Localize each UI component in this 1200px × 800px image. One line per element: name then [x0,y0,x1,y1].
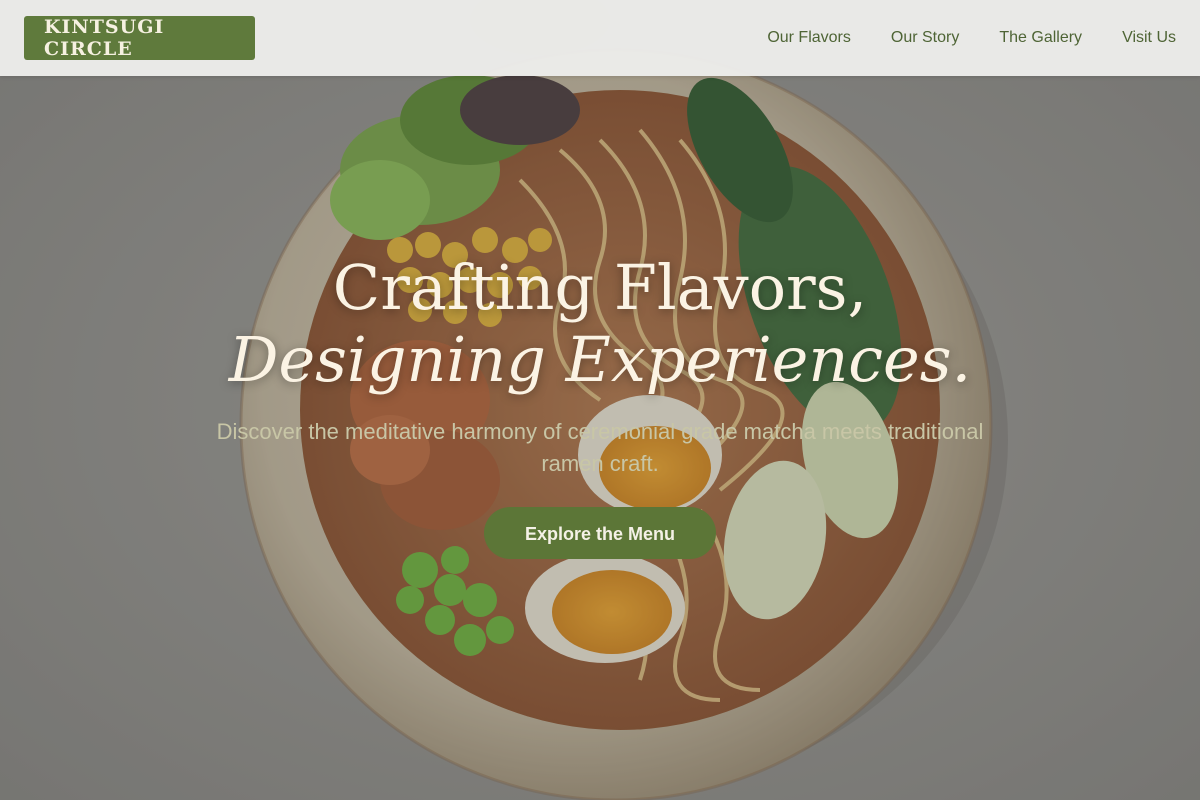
site-header: KINTSUGI CIRCLE Our Flavors Our Story Th… [0,0,1200,76]
hero-section: Crafting Flavors, Designing Experiences.… [0,252,1200,559]
brand-name: KINTSUGI CIRCLE [44,16,165,60]
hero-subtext: Discover the meditative harmony of cerem… [216,419,984,476]
nav-item-the-gallery[interactable]: The Gallery [999,29,1082,47]
main-nav: Our Flavors Our Story The Gallery Visit … [767,0,1176,76]
headline-line-2: Designing Experiences. [228,323,972,396]
nav-item-our-flavors[interactable]: Our Flavors [767,29,851,47]
explore-menu-button[interactable]: Explore the Menu [484,507,716,559]
hero-headline: Crafting Flavors, Designing Experiences. [0,252,1200,396]
headline-line-1: Crafting Flavors, [332,251,868,324]
nav-item-our-story[interactable]: Our Story [891,29,959,47]
landing-page: KINTSUGI CIRCLE Our Flavors Our Story Th… [0,0,1200,800]
nav-item-visit-us[interactable]: Visit Us [1122,29,1176,47]
brand-logo[interactable]: KINTSUGI CIRCLE [24,16,255,60]
